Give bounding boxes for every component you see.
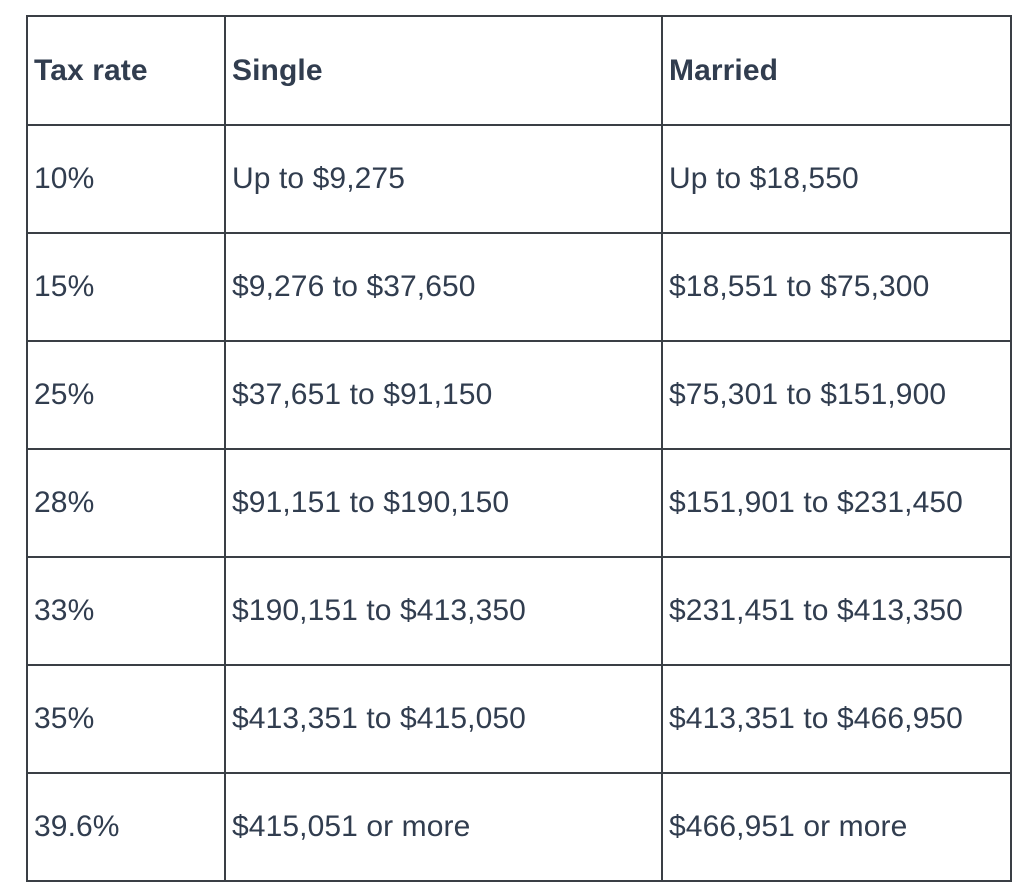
cell-married: Up to $18,550 (662, 125, 1011, 233)
cell-married: $466,951 or more (662, 773, 1011, 881)
column-header-married: Married (662, 16, 1011, 125)
cell-single: $190,151 to $413,350 (225, 557, 662, 665)
cell-married: $75,301 to $151,900 (662, 341, 1011, 449)
column-header-tax-rate: Tax rate (27, 16, 225, 125)
table-row: 15% $9,276 to $37,650 $18,551 to $75,300 (27, 233, 1011, 341)
table-row: 25% $37,651 to $91,150 $75,301 to $151,9… (27, 341, 1011, 449)
cell-married: $231,451 to $413,350 (662, 557, 1011, 665)
table-row: 28% $91,151 to $190,150 $151,901 to $231… (27, 449, 1011, 557)
cell-married: $18,551 to $75,300 (662, 233, 1011, 341)
cell-married: $151,901 to $231,450 (662, 449, 1011, 557)
cell-married: $413,351 to $466,950 (662, 665, 1011, 773)
cell-tax-rate: 15% (27, 233, 225, 341)
cell-tax-rate: 39.6% (27, 773, 225, 881)
page-root: Tax rate Single Married 10% Up to $9,275… (0, 0, 1034, 872)
table-header: Tax rate Single Married (27, 16, 1011, 125)
table-row: 10% Up to $9,275 Up to $18,550 (27, 125, 1011, 233)
cell-tax-rate: 35% (27, 665, 225, 773)
cell-single: Up to $9,275 (225, 125, 662, 233)
cell-tax-rate: 28% (27, 449, 225, 557)
column-header-single: Single (225, 16, 662, 125)
tax-bracket-table: Tax rate Single Married 10% Up to $9,275… (26, 15, 1012, 882)
cell-single: $413,351 to $415,050 (225, 665, 662, 773)
cell-tax-rate: 10% (27, 125, 225, 233)
table-row: 39.6% $415,051 or more $466,951 or more (27, 773, 1011, 881)
cell-tax-rate: 33% (27, 557, 225, 665)
cell-single: $91,151 to $190,150 (225, 449, 662, 557)
table-header-row: Tax rate Single Married (27, 16, 1011, 125)
table-row: 33% $190,151 to $413,350 $231,451 to $41… (27, 557, 1011, 665)
cell-single: $415,051 or more (225, 773, 662, 881)
cell-tax-rate: 25% (27, 341, 225, 449)
cell-single: $9,276 to $37,650 (225, 233, 662, 341)
cell-single: $37,651 to $91,150 (225, 341, 662, 449)
table-body: 10% Up to $9,275 Up to $18,550 15% $9,27… (27, 125, 1011, 881)
table-row: 35% $413,351 to $415,050 $413,351 to $46… (27, 665, 1011, 773)
